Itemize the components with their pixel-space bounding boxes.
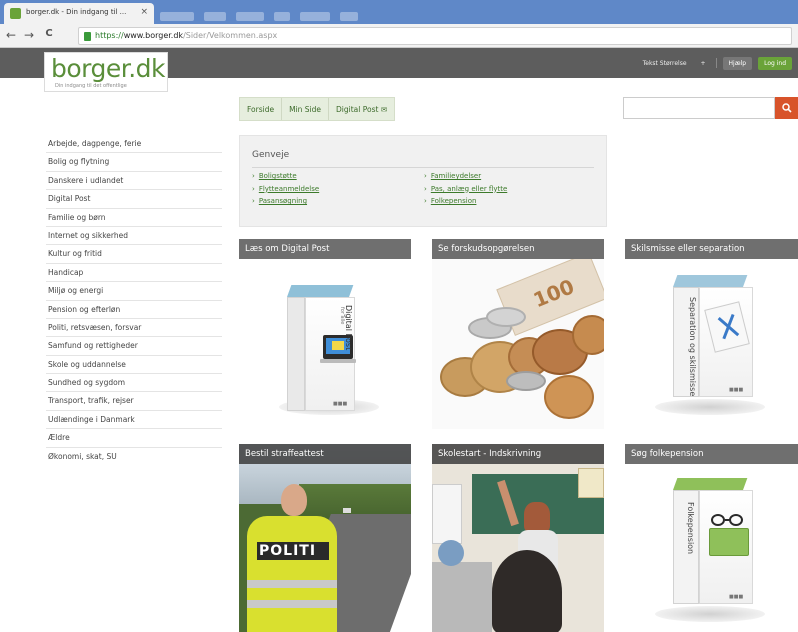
shortcuts-left-column: › Boligstøtte › Flytteanmeldelse › Pasansøg… [252, 172, 319, 210]
logo-wordmark: borger.dk [51, 54, 166, 83]
card-title: Søg folkepension [625, 444, 798, 464]
shortcuts-title: Genveje [252, 150, 290, 160]
sidebar-item-bolig[interactable]: Bolig og flytning [46, 153, 222, 172]
text-size-plus-icon[interactable]: + [697, 58, 710, 69]
box-brand-mark: ■■■ [729, 387, 744, 393]
sidebar-item-handicap[interactable]: Handicap [46, 264, 222, 283]
sidebar-item-miljo[interactable]: Miljø og energi [46, 282, 222, 301]
card-title: Læs om Digital Post [239, 239, 411, 259]
box-shadow [655, 606, 765, 622]
favicon-icon [10, 8, 21, 19]
address-url: https://www.borger.dk/Sider/Velkommen.as… [95, 31, 278, 40]
box-label: Folkepension [686, 502, 695, 555]
box-shadow [655, 399, 765, 415]
card-title: Se forskudsopgørelsen [432, 239, 604, 259]
box-label: Separation og skilsmisse [688, 297, 697, 397]
shortcut-link[interactable]: › Flytteanmeldelse [252, 185, 319, 198]
glasses-icon [711, 514, 747, 530]
coin-image [506, 371, 546, 391]
tab-digital-post[interactable]: Digital Post ✉ [329, 98, 394, 120]
coins-photo: 100 [432, 252, 604, 429]
logo-tagline: Din indgang til det offentlige [55, 83, 127, 89]
help-button[interactable]: Hjælp [722, 56, 753, 70]
search-button[interactable] [775, 97, 798, 119]
shortcuts-box: Genveje › Boligstøtte › Flytteanmeldelse ›… [239, 135, 607, 227]
sidebar-item-transport[interactable]: Transport, trafik, rejser [46, 392, 222, 411]
laptop-base [320, 359, 356, 363]
sidebar-item-digital-post[interactable]: Digital Post [46, 190, 222, 209]
classroom-photo [432, 444, 604, 632]
shortcut-link[interactable]: › Boligstøtte [252, 172, 319, 185]
sidebar-item-udlandet[interactable]: Danskere i udlandet [46, 172, 222, 191]
sidebar-item-samfund[interactable]: Samfund og rettigheder [46, 337, 222, 356]
sub-navigation: Forside Min Side Digital Post ✉ [239, 97, 396, 121]
box-sublabel: for alle [339, 307, 345, 325]
borger-dk-logo[interactable]: borger.dk Din indgang til det offentlige [44, 52, 168, 92]
address-bar[interactable]: https://www.borger.dk/Sider/Velkommen.as… [78, 27, 792, 45]
sidebar-item-sundhed[interactable]: Sundhed og sygdom [46, 374, 222, 393]
header-actions: Tekst Størrelse + Hjælp Log ind [639, 56, 792, 70]
login-button[interactable]: Log ind [758, 56, 792, 70]
box-top [673, 275, 748, 287]
card-forskudsopgorelse[interactable]: Se forskudsopgørelsen 100 [432, 239, 604, 429]
sidebar-item-okonomi[interactable]: Økonomi, skat, SU [46, 448, 222, 466]
sidebar-item-skole[interactable]: Skole og uddannelse [46, 356, 222, 375]
box-top [287, 285, 354, 297]
tab-forside[interactable]: Forside [240, 98, 283, 120]
close-tab-icon[interactable]: × [140, 7, 148, 17]
header-divider [715, 58, 717, 68]
shortcut-link[interactable]: › Folkepension [424, 197, 507, 210]
box-side [287, 297, 305, 411]
shortcut-link[interactable]: › Pas, anlæg eller flytte [424, 185, 507, 198]
text-size-link[interactable]: Tekst Størrelse [639, 58, 691, 69]
card-straffeattest[interactable]: POLITI Bestil straffeattest [239, 444, 411, 632]
coin-image [572, 315, 604, 355]
shortcut-link[interactable]: › Familieydelser [424, 172, 507, 185]
card-skolestart[interactable]: Skolestart - Indskrivning [432, 444, 604, 632]
sidebar-item-arbejde[interactable]: Arbejde, dagpenge, ferie [46, 135, 222, 154]
card-skilsmisse[interactable]: Skilsmisse eller separation Separation o… [625, 239, 798, 429]
book-icon [709, 528, 749, 556]
lock-icon [84, 32, 91, 41]
sidebar-item-aeldre[interactable]: Ældre [46, 429, 222, 448]
browser-tab[interactable]: borger.dk - Din indgang til ... × [4, 3, 154, 24]
search-input[interactable] [623, 97, 775, 119]
other-tabs-blurred [160, 6, 480, 21]
coin-image [486, 307, 526, 327]
back-icon[interactable]: ← [4, 28, 18, 42]
box-brand-mark: ■■■ [729, 594, 744, 600]
card-folkepension[interactable]: Søg folkepension Folkepension ■■■ [625, 444, 798, 632]
forward-icon[interactable]: → [22, 28, 36, 42]
politi-vest-text: POLITI [259, 543, 317, 559]
mail-icon: ✉ [380, 105, 388, 114]
sidebar-item-udlaendinge[interactable]: Udlændinge i Danmark [46, 411, 222, 430]
browser-toolbar: ← → C https://www.borger.dk/Sider/Velkom… [0, 24, 798, 48]
shortcuts-divider [252, 167, 594, 168]
browser-tab-title: borger.dk - Din indgang til ... [26, 8, 127, 16]
sidebar-item-internet[interactable]: Internet og sikkerhed [46, 227, 222, 246]
shortcut-link[interactable]: › Pasansøgning [252, 197, 319, 210]
box-label: Digital Post [344, 305, 353, 351]
sidebar-item-pension[interactable]: Pension og efterløn [46, 301, 222, 319]
search-icon [782, 103, 792, 113]
reload-icon[interactable]: C [42, 28, 56, 39]
box-brand-mark: ■■■ [333, 401, 348, 407]
search-box [623, 97, 798, 119]
topic-sidebar: Arbejde, dagpenge, ferie Bolig og flytni… [46, 135, 222, 466]
sidebar-item-kultur[interactable]: Kultur og fritid [46, 245, 222, 264]
box-top [673, 478, 748, 490]
sidebar-item-familie[interactable]: Familie og børn [46, 209, 222, 227]
card-digital-post[interactable]: Læs om Digital Post Digital Post for all… [239, 239, 411, 429]
tab-min-side[interactable]: Min Side [282, 98, 330, 120]
card-title: Skolestart - Indskrivning [432, 444, 604, 464]
shortcuts-right-column: › Familieydelser › Pas, anlæg eller flytte… [424, 172, 507, 210]
police-officer-photo: POLITI [239, 444, 411, 632]
coin-image [544, 375, 594, 419]
card-title: Bestil straffeattest [239, 444, 411, 464]
card-title: Skilsmisse eller separation [625, 239, 798, 259]
sidebar-item-politi[interactable]: Politi, retsvæsen, forsvar [46, 319, 222, 338]
browser-tab-bar: borger.dk - Din indgang til ... × [0, 0, 798, 24]
